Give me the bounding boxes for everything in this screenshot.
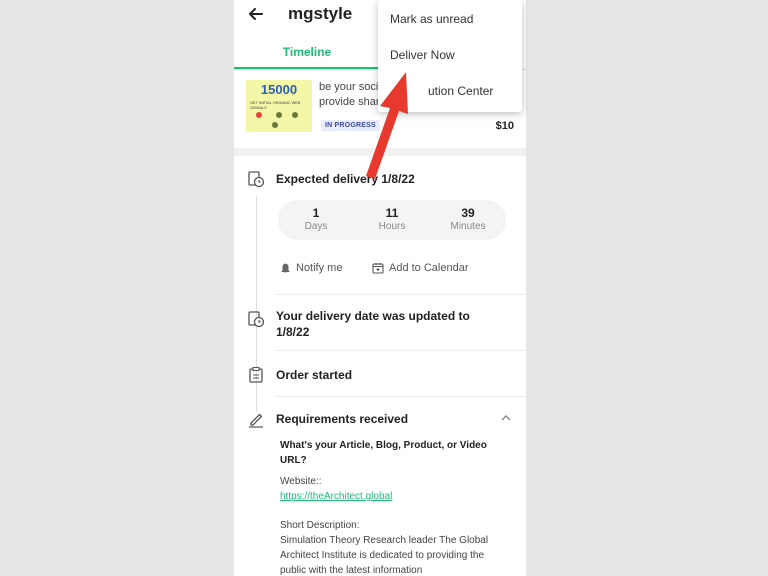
clipboard-icon (249, 366, 263, 383)
countdown-value: 11 (385, 206, 399, 220)
page-title: mgstyle (288, 4, 353, 23)
countdown-label: Days (304, 221, 328, 232)
order-price: $10 (495, 120, 514, 132)
short-description-label: Short Description: (280, 520, 360, 531)
timeline-divider (276, 350, 526, 351)
requirement-question: What's your Article, Blog, Product, or V… (280, 440, 487, 466)
thumb-dot-icon (272, 122, 278, 128)
countdown-label: Minutes (450, 221, 486, 232)
thumb-dot-icon (256, 112, 262, 118)
calendar-clock-icon (248, 311, 265, 328)
gig-thumbnail: 15000 GET INITIAL ORGANIC WEB SIGNALS (246, 80, 312, 132)
timeline-divider (276, 294, 526, 295)
pencil-icon (249, 413, 263, 428)
delivery-updated-text: Your delivery date was updated to 1/8/22 (276, 309, 470, 339)
website-link[interactable]: https://theArchitect.global (280, 489, 510, 504)
calendar-icon (372, 263, 384, 274)
countdown-hours: 11 Hours (354, 206, 430, 232)
add-to-calendar-label: Add to Calendar (389, 262, 469, 274)
notify-me-label: Notify me (296, 262, 343, 274)
countdown-label: Hours (378, 221, 406, 232)
menu-item-deliver-now[interactable]: Deliver Now (390, 48, 455, 62)
countdown-minutes: 39 Minutes (430, 206, 506, 232)
order-started-text: Order started (276, 368, 353, 382)
menu-item-mark-unread[interactable]: Mark as unread (390, 12, 473, 26)
calendar-clock-icon (248, 171, 265, 188)
website-label: Website:: (280, 476, 322, 487)
annotation-arrow (366, 72, 408, 179)
notify-me-button[interactable]: Notify me (280, 262, 342, 274)
countdown-days: 1 Days (278, 206, 354, 232)
thumb-subtitle: GET INITIAL ORGANIC WEB SIGNALS (250, 100, 301, 110)
countdown-value: 39 (461, 206, 475, 220)
thumb-number: 15000 (260, 82, 298, 97)
thumb-dot-icon (292, 112, 298, 118)
short-description-text: Simulation Theory Research leader The Gl… (280, 535, 489, 576)
back-arrow-icon[interactable] (246, 4, 266, 24)
menu-item-resolution-center[interactable]: ution Center (428, 84, 493, 98)
requirements-received-text: Requirements received (276, 412, 409, 426)
requirements-details: What's your Article, Blog, Product, or V… (280, 438, 510, 576)
delivery-countdown: 1 Days 11 Hours 39 Minutes (278, 200, 506, 240)
chevron-up-icon[interactable] (500, 412, 512, 424)
countdown-value: 1 (312, 206, 320, 220)
thumb-dot-icon (276, 112, 282, 118)
timeline-divider (276, 396, 526, 397)
add-to-calendar-button[interactable]: Add to Calendar (372, 262, 469, 274)
bell-icon (281, 263, 290, 273)
